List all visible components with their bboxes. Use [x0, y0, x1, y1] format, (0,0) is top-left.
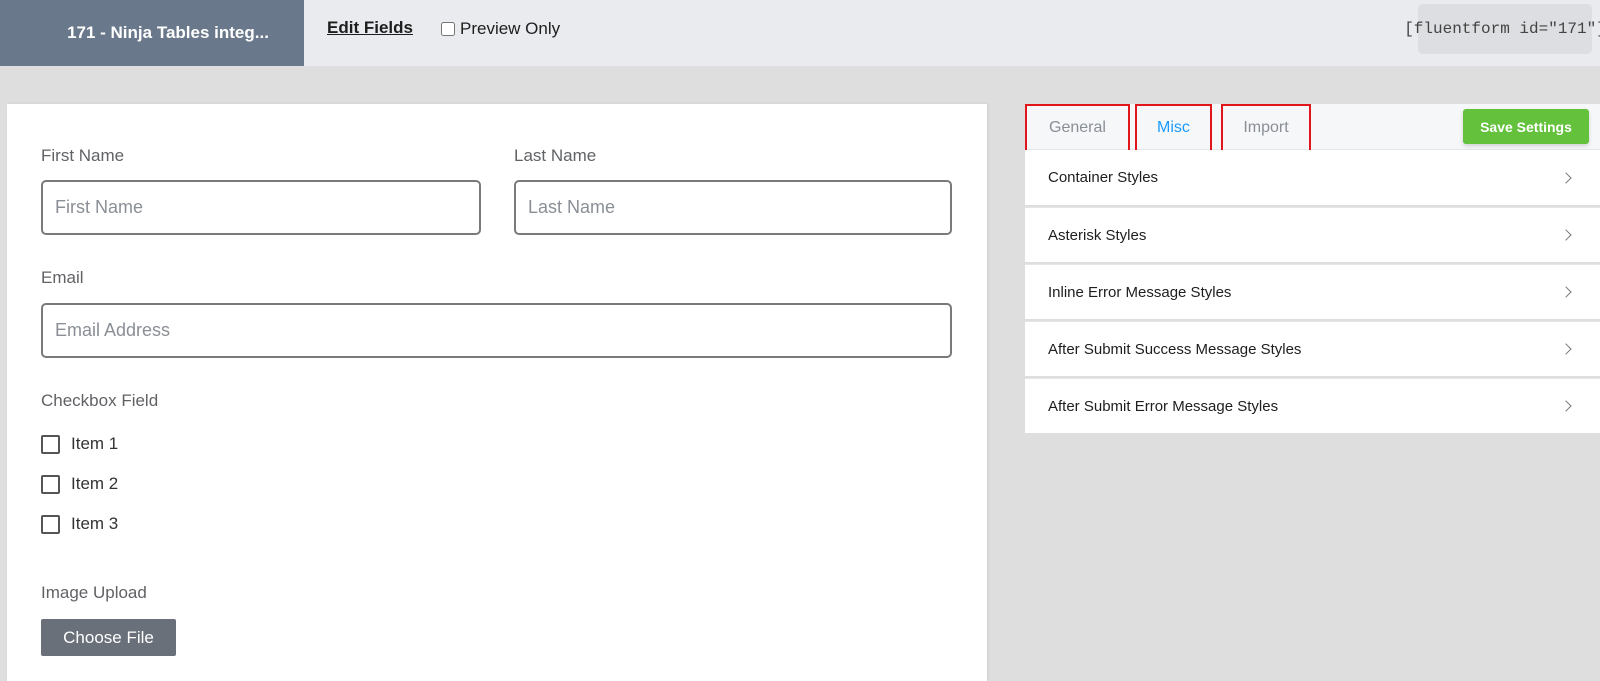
last-name-input[interactable]	[514, 180, 952, 235]
chevron-right-icon	[1560, 343, 1572, 355]
accordion-label: After Submit Error Message Styles	[1048, 397, 1279, 415]
checkbox-item[interactable]: Item 3	[41, 514, 118, 534]
chevron-right-icon	[1560, 400, 1572, 412]
accordion-container-styles[interactable]: Container Styles	[1025, 150, 1600, 205]
style-sections-list: Container Styles Asterisk Styles Inline …	[1025, 150, 1600, 433]
accordion-inline-error-styles[interactable]: Inline Error Message Styles	[1025, 264, 1600, 319]
checkbox-box[interactable]	[41, 434, 60, 454]
checkbox-box[interactable]	[41, 514, 60, 534]
checkbox-item-label: Item 1	[71, 434, 119, 453]
tab-import[interactable]: Import	[1221, 104, 1311, 152]
last-name-label: Last Name	[514, 146, 597, 165]
accordion-label: Container Styles	[1048, 169, 1159, 186]
accordion-label: Inline Error Message Styles	[1048, 283, 1232, 301]
tab-general[interactable]: General	[1025, 104, 1130, 152]
checkbox-item[interactable]: Item 1	[41, 434, 118, 454]
accordion-label: Asterisk Styles	[1048, 226, 1147, 244]
choose-file-button[interactable]: Choose File	[41, 619, 176, 656]
save-settings-button[interactable]: Save Settings	[1463, 109, 1589, 144]
settings-tab-bar: General Misc Import Save Settings	[1025, 104, 1600, 152]
checkbox-item-label: Item 2	[71, 474, 119, 493]
accordion-success-message-styles[interactable]: After Submit Success Message Styles	[1025, 321, 1600, 376]
chevron-right-icon	[1560, 229, 1572, 241]
checkbox-item[interactable]: Item 2	[41, 474, 118, 494]
first-name-input[interactable]	[41, 180, 481, 235]
checkbox-field-label: Checkbox Field	[41, 391, 159, 410]
form-preview-panel: First Name Last Name Email Checkbox Fiel…	[7, 104, 987, 681]
preview-only-checkbox[interactable]	[441, 22, 455, 36]
chevron-right-icon	[1560, 171, 1572, 184]
preview-only-label: Preview Only	[460, 19, 561, 38]
top-bar: 171 - Ninja Tables integ... Edit Fields …	[0, 0, 1600, 66]
edit-fields-link[interactable]: Edit Fields	[327, 18, 413, 38]
tab-misc[interactable]: Misc	[1135, 104, 1212, 152]
preview-only-toggle[interactable]: Preview Only	[441, 19, 560, 39]
accordion-error-message-styles[interactable]: After Submit Error Message Styles	[1025, 378, 1600, 433]
checkbox-box[interactable]	[41, 474, 60, 494]
email-label: Email	[41, 268, 84, 287]
shortcode-display[interactable]: [fluentform id="171"]	[1404, 4, 1600, 54]
checkbox-item-label: Item 3	[71, 514, 119, 533]
accordion-label: After Submit Success Message Styles	[1048, 340, 1302, 358]
image-upload-label: Image Upload	[41, 583, 147, 602]
first-name-label: First Name	[41, 146, 125, 165]
settings-panel: General Misc Import Save Settings Contai…	[1025, 104, 1600, 435]
email-input[interactable]	[41, 303, 952, 358]
form-title: 171 - Ninja Tables integ...	[0, 0, 304, 66]
accordion-asterisk-styles[interactable]: Asterisk Styles	[1025, 207, 1600, 262]
chevron-right-icon	[1560, 286, 1572, 298]
